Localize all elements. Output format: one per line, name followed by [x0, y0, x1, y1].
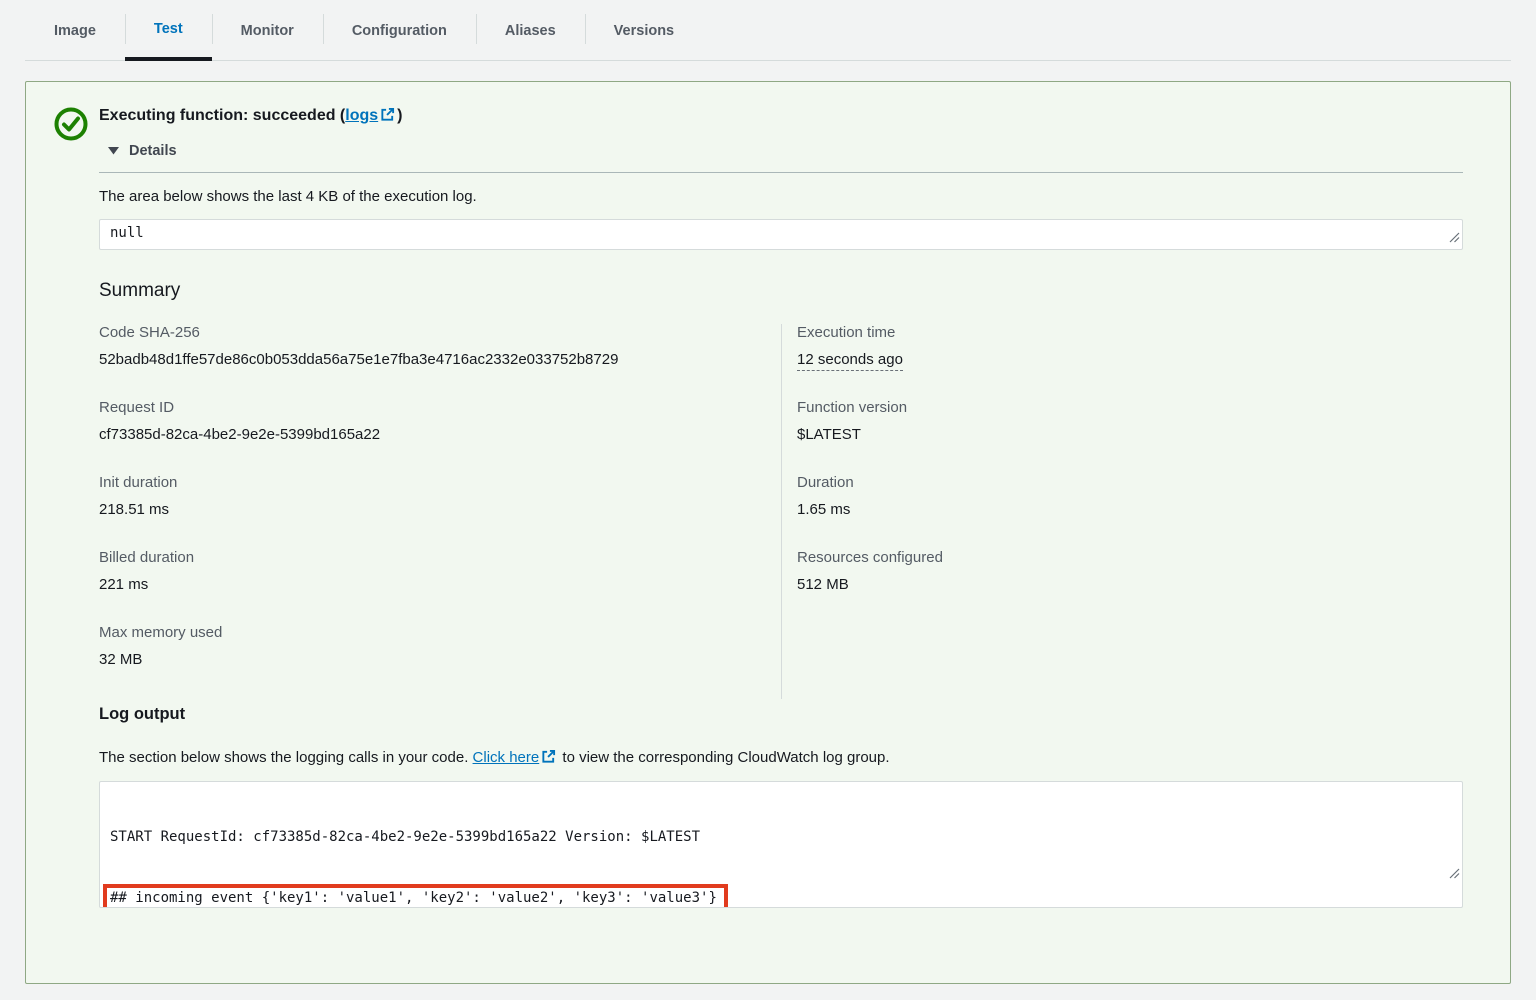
details-divider [99, 172, 1463, 173]
tab-aliases[interactable]: Aliases [476, 0, 585, 61]
tab-image[interactable]: Image [25, 0, 125, 61]
details-toggle[interactable]: Details [108, 143, 1463, 159]
execution-log-value: null [110, 225, 144, 241]
external-link-icon [541, 751, 556, 768]
summary-value: 1.65 ms [797, 501, 1463, 518]
summary-item-execution-time: Execution time 12 seconds ago [797, 324, 1463, 368]
summary-item-init-duration: Init duration 218.51 ms [99, 474, 781, 518]
tab-versions[interactable]: Versions [585, 0, 703, 61]
function-tabs: Image Test Monitor Configuration Aliases… [25, 0, 1511, 61]
summary-value: 221 ms [99, 576, 781, 593]
summary-item-code-sha: Code SHA-256 52badb48d1ffe57de86c0b053dd… [99, 324, 781, 368]
tab-test[interactable]: Test [125, 0, 212, 61]
summary-label: Init duration [99, 474, 781, 491]
log-line-incoming-event-highlighted: ## incoming event {'key1': 'value1', 'ke… [103, 884, 728, 909]
cloudwatch-link[interactable]: Click here [473, 749, 540, 766]
summary-value: 512 MB [797, 576, 1463, 593]
log-line-start: START RequestId: cf73385d-82ca-4be2-9e2e… [110, 828, 1452, 848]
status-text: Executing function: succeeded ( [99, 107, 345, 124]
resize-handle-icon[interactable] [1449, 231, 1460, 247]
log-output-heading: Log output [99, 705, 1463, 724]
execution-result-panel: Executing function: succeeded (logs) Det… [25, 81, 1511, 984]
check-circle-icon [53, 106, 89, 147]
logs-link[interactable]: logs [345, 107, 378, 124]
resize-handle-icon[interactable] [1382, 847, 1460, 906]
execution-log-description: The area below shows the last 4 KB of th… [99, 188, 1463, 205]
log-desc-text-after: to view the corresponding CloudWatch log… [558, 749, 889, 766]
summary-value: 32 MB [99, 651, 781, 668]
summary-grid: Code SHA-256 52badb48d1ffe57de86c0b053dd… [99, 324, 1463, 699]
execution-status-title: Executing function: succeeded (logs) [99, 107, 1463, 127]
summary-value: 218.51 ms [99, 501, 781, 518]
summary-heading: Summary [99, 280, 1463, 302]
summary-item-duration: Duration 1.65 ms [797, 474, 1463, 518]
summary-value: cf73385d-82ca-4be2-9e2e-5399bd165a22 [99, 426, 781, 443]
summary-item-function-version: Function version $LATEST [797, 399, 1463, 443]
summary-label: Billed duration [99, 549, 781, 566]
status-text-close: ) [397, 107, 402, 124]
summary-label: Duration [797, 474, 1463, 491]
summary-label: Resources configured [797, 549, 1463, 566]
summary-label: Execution time [797, 324, 1463, 341]
execution-time-tooltip-trigger[interactable]: 12 seconds ago [797, 351, 903, 371]
details-label: Details [129, 143, 177, 159]
log-output-description: The section below shows the logging call… [99, 749, 1463, 768]
summary-label: Code SHA-256 [99, 324, 781, 341]
summary-value: 52badb48d1ffe57de86c0b053dda56a75e1e7fba… [99, 351, 781, 368]
caret-down-icon [108, 143, 119, 159]
external-link-icon [380, 109, 395, 126]
summary-column-left: Code SHA-256 52badb48d1ffe57de86c0b053dd… [99, 324, 781, 699]
summary-item-resources-configured: Resources configured 512 MB [797, 549, 1463, 593]
summary-label: Function version [797, 399, 1463, 416]
summary-item-request-id: Request ID cf73385d-82ca-4be2-9e2e-5399b… [99, 399, 781, 443]
execution-log-textarea[interactable]: null [99, 219, 1463, 250]
summary-item-max-memory: Max memory used 32 MB [99, 624, 781, 668]
summary-value: $LATEST [797, 426, 1463, 443]
summary-column-right: Execution time 12 seconds ago Function v… [781, 324, 1463, 699]
tab-monitor[interactable]: Monitor [212, 0, 323, 61]
log-desc-text: The section below shows the logging call… [99, 749, 473, 766]
summary-item-billed-duration: Billed duration 221 ms [99, 549, 781, 593]
tab-configuration[interactable]: Configuration [323, 0, 476, 61]
log-output-textarea[interactable]: START RequestId: cf73385d-82ca-4be2-9e2e… [99, 781, 1463, 908]
summary-label: Request ID [99, 399, 781, 416]
summary-label: Max memory used [99, 624, 781, 641]
